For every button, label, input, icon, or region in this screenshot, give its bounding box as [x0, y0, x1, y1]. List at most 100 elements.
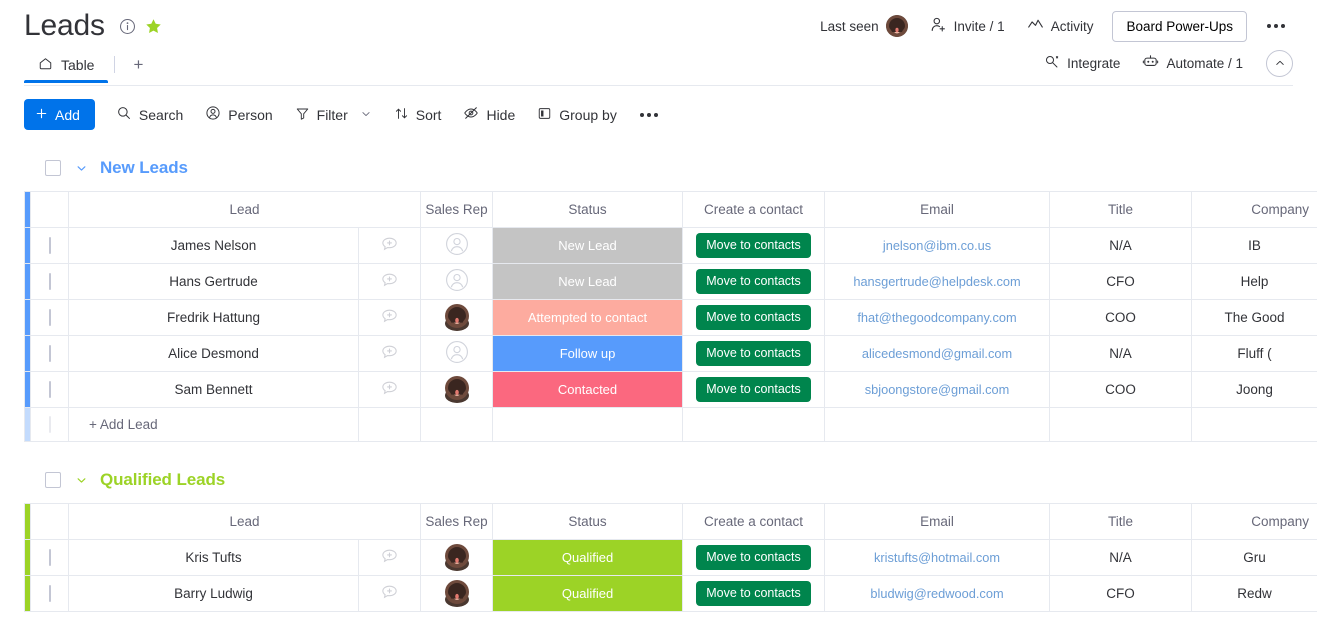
- search-button[interactable]: Search: [106, 99, 193, 130]
- activity-button[interactable]: Activity: [1016, 10, 1105, 42]
- group-collapse-toggle[interactable]: [75, 162, 88, 175]
- cell-company[interactable]: Redw: [1191, 575, 1317, 612]
- column-header-title[interactable]: Title: [1049, 191, 1193, 228]
- group-by-button[interactable]: Group by: [527, 99, 627, 130]
- cell-lead-name[interactable]: Kris Tufts: [68, 539, 359, 576]
- cell-title[interactable]: N/A: [1049, 227, 1193, 264]
- cell-company[interactable]: Help: [1191, 263, 1317, 300]
- add-update-chat-icon[interactable]: [380, 585, 399, 605]
- column-header-sales-rep[interactable]: Sales Rep: [420, 191, 494, 228]
- cell-status[interactable]: New Lead: [492, 263, 684, 300]
- cell-sales-rep[interactable]: [420, 575, 494, 612]
- group-select-checkbox[interactable]: [45, 160, 61, 176]
- status-badge[interactable]: Qualified: [493, 540, 682, 575]
- status-badge[interactable]: New Lead: [493, 264, 682, 299]
- cell-title[interactable]: N/A: [1049, 335, 1193, 372]
- row-checkbox[interactable]: [48, 549, 51, 566]
- group-title[interactable]: Qualified Leads: [100, 470, 225, 490]
- cell-title[interactable]: N/A: [1049, 539, 1193, 576]
- cell-title[interactable]: CFO: [1049, 263, 1193, 300]
- row-checkbox[interactable]: [48, 585, 51, 602]
- cell-company[interactable]: The Good: [1191, 299, 1317, 336]
- cell-sales-rep[interactable]: [420, 227, 494, 264]
- cell-status[interactable]: Attempted to contact: [492, 299, 684, 336]
- invite-button[interactable]: Invite / 1: [919, 10, 1016, 42]
- cell-company[interactable]: Fluff (: [1191, 335, 1317, 372]
- status-badge[interactable]: Contacted: [493, 372, 682, 407]
- add-update-chat-icon[interactable]: [380, 237, 399, 257]
- select-all-header[interactable]: [30, 503, 69, 540]
- move-to-contacts-button[interactable]: Move to contacts: [696, 269, 811, 294]
- avatar[interactable]: [885, 15, 908, 37]
- move-to-contacts-button[interactable]: Move to contacts: [696, 581, 811, 606]
- avatar[interactable]: [444, 304, 469, 331]
- move-to-contacts-button[interactable]: Move to contacts: [696, 341, 811, 366]
- star-icon[interactable]: [145, 18, 162, 35]
- group-collapse-toggle[interactable]: [75, 474, 88, 487]
- cell-lead-name[interactable]: Barry Ludwig: [68, 575, 359, 612]
- cell-status[interactable]: New Lead: [492, 227, 684, 264]
- cell-company[interactable]: Joong: [1191, 371, 1317, 408]
- board-power-ups-button[interactable]: Board Power-Ups: [1112, 10, 1247, 42]
- avatar[interactable]: [444, 376, 469, 403]
- email-link[interactable]: alicedesmond@gmail.com: [862, 346, 1012, 361]
- board-more-options-button[interactable]: [1259, 18, 1293, 34]
- person-placeholder-icon[interactable]: [445, 341, 469, 367]
- add-lead-row[interactable]: + Add Lead: [24, 407, 1317, 442]
- info-circle-icon[interactable]: [119, 18, 136, 35]
- cell-lead-name[interactable]: Hans Gertrude: [68, 263, 359, 300]
- add-lead-label[interactable]: + Add Lead: [68, 407, 359, 442]
- move-to-contacts-button[interactable]: Move to contacts: [696, 305, 811, 330]
- row-checkbox[interactable]: [48, 345, 51, 362]
- email-link[interactable]: jnelson@ibm.co.us: [883, 238, 991, 253]
- cell-sales-rep[interactable]: [420, 263, 494, 300]
- cell-title[interactable]: COO: [1049, 371, 1193, 408]
- cell-lead-name[interactable]: Fredrik Hattung: [68, 299, 359, 336]
- add-button[interactable]: Add: [24, 99, 95, 130]
- column-header-lead[interactable]: Lead: [67, 191, 422, 228]
- column-header-status[interactable]: Status: [492, 191, 684, 228]
- email-link[interactable]: bludwig@redwood.com: [870, 586, 1003, 601]
- add-update-chat-icon[interactable]: [380, 273, 399, 293]
- add-update-chat-icon[interactable]: [380, 345, 399, 365]
- cell-status[interactable]: Contacted: [492, 371, 684, 408]
- cell-company[interactable]: IB: [1191, 227, 1317, 264]
- person-placeholder-icon[interactable]: [445, 233, 469, 259]
- collapse-header-button[interactable]: [1266, 49, 1293, 77]
- column-header-company[interactable]: Company: [1191, 503, 1317, 540]
- chevron-down-icon[interactable]: [360, 107, 372, 123]
- hide-button[interactable]: Hide: [453, 99, 525, 130]
- row-checkbox[interactable]: [48, 273, 51, 290]
- group-title[interactable]: New Leads: [100, 158, 188, 178]
- add-update-chat-icon[interactable]: [380, 381, 399, 401]
- cell-sales-rep[interactable]: [420, 539, 494, 576]
- cell-status[interactable]: Qualified: [492, 539, 684, 576]
- avatar[interactable]: [444, 544, 469, 571]
- column-header-sales-rep[interactable]: Sales Rep: [420, 503, 494, 540]
- cell-sales-rep[interactable]: [420, 299, 494, 336]
- row-checkbox[interactable]: [48, 309, 51, 326]
- cell-lead-name[interactable]: James Nelson: [68, 227, 359, 264]
- last-seen-button[interactable]: Last seen: [809, 9, 919, 43]
- cell-company[interactable]: Gru: [1191, 539, 1317, 576]
- status-badge[interactable]: Follow up: [493, 336, 682, 371]
- automate-button[interactable]: Automate / 1: [1131, 47, 1254, 79]
- row-checkbox[interactable]: [48, 381, 51, 398]
- status-badge[interactable]: Qualified: [493, 576, 682, 611]
- integrate-button[interactable]: Integrate: [1033, 48, 1131, 79]
- column-header-create-a-contact[interactable]: Create a contact: [682, 191, 826, 228]
- email-link[interactable]: fhat@thegoodcompany.com: [857, 310, 1016, 325]
- row-checkbox[interactable]: [48, 416, 51, 433]
- column-header-company[interactable]: Company: [1191, 191, 1317, 228]
- person-placeholder-icon[interactable]: [445, 269, 469, 295]
- cell-title[interactable]: COO: [1049, 299, 1193, 336]
- add-update-chat-icon[interactable]: [380, 549, 399, 569]
- cell-status[interactable]: Follow up: [492, 335, 684, 372]
- move-to-contacts-button[interactable]: Move to contacts: [696, 545, 811, 570]
- toolbar-more-options-button[interactable]: [629, 99, 669, 130]
- move-to-contacts-button[interactable]: Move to contacts: [696, 377, 811, 402]
- column-header-title[interactable]: Title: [1049, 503, 1193, 540]
- column-header-lead[interactable]: Lead: [67, 503, 422, 540]
- add-tab-button[interactable]: +: [121, 55, 155, 84]
- tab-table[interactable]: Table: [24, 56, 109, 83]
